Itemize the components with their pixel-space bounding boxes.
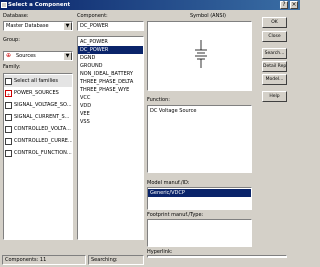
sources-icon: ⊕ xyxy=(6,52,12,59)
family-icon: + xyxy=(5,89,12,97)
family-label: Family: xyxy=(3,64,21,70)
component-item[interactable]: DGND xyxy=(78,54,143,62)
window-app-icon xyxy=(1,2,7,8)
family-icon xyxy=(5,113,12,121)
database-value: Master Database xyxy=(6,23,49,29)
close-button[interactable]: Close xyxy=(262,31,287,42)
component-item[interactable]: VEE xyxy=(78,110,143,118)
family-icon xyxy=(5,149,12,157)
component-search-value: DC_POWER xyxy=(80,23,109,29)
family-icon xyxy=(5,101,12,109)
family-icon xyxy=(5,137,12,145)
footprint-list[interactable] xyxy=(147,219,252,247)
family-icon xyxy=(5,125,12,133)
database-label: Database: xyxy=(3,13,29,19)
family-item[interactable]: Select all families xyxy=(4,75,72,87)
family-item[interactable]: SIGNAL_VOLTAGE_SO... xyxy=(4,99,72,111)
component-label: Component: xyxy=(77,13,108,19)
model-list[interactable]: Generic/VDCP xyxy=(147,187,252,210)
window-title-bar: Select a Component xyxy=(0,0,300,10)
group-value: Sources xyxy=(16,53,36,59)
function-value: DC Voltage Source xyxy=(150,108,197,114)
help-button[interactable]: Help xyxy=(262,91,287,102)
family-item[interactable]: CONTROL_FUNCTION... xyxy=(4,147,72,159)
family-item-label: SIGNAL_CURRENT_S... xyxy=(14,114,70,120)
component-item[interactable]: VCC xyxy=(78,94,143,102)
family-item[interactable]: + POWER_SOURCES xyxy=(4,87,72,99)
family-item-label: Select all families xyxy=(14,78,58,84)
symbol-label: Symbol (ANSI) xyxy=(190,13,226,19)
dc-source-symbol-icon xyxy=(195,40,207,68)
components-count-status: Components: 11 xyxy=(2,255,86,265)
components-count: Components: 11 xyxy=(5,257,47,263)
model-item[interactable]: Generic/VDCP xyxy=(148,189,251,197)
component-item[interactable]: AC_POWER xyxy=(78,38,143,46)
database-select[interactable]: Master Database ▼ xyxy=(3,21,73,31)
all-families-icon xyxy=(5,77,12,85)
family-item-label: CONTROLLED_CURRE... xyxy=(14,138,72,144)
help-title-button[interactable]: ? xyxy=(280,1,288,9)
family-list[interactable]: Select all families + POWER_SOURCES SIGNAL_… xyxy=(3,73,73,240)
family-item[interactable]: CONTROLLED_VOLTA... xyxy=(4,123,72,135)
component-item[interactable]: GROUND xyxy=(78,62,143,70)
symbol-preview xyxy=(147,21,252,91)
family-item-label: SIGNAL_VOLTAGE_SO... xyxy=(14,102,72,108)
model-button[interactable]: Model... xyxy=(262,74,287,85)
family-item[interactable]: SIGNAL_CURRENT_S... xyxy=(4,111,72,123)
group-label: Group: xyxy=(3,37,20,43)
component-item[interactable]: DC_POWER xyxy=(78,46,143,54)
component-search-input[interactable]: DC_POWER xyxy=(77,21,144,31)
searching-status: Searching: xyxy=(88,255,144,265)
component-item[interactable]: VDD xyxy=(78,102,143,110)
component-item[interactable]: VSS xyxy=(78,118,143,126)
component-item[interactable]: NON_IDEAL_BATTERY xyxy=(78,70,143,78)
searching-label: Searching: xyxy=(91,257,118,263)
component-list[interactable]: AC_POWER DC_POWER DGND GROUND NON_IDEAL_BATT… xyxy=(77,36,144,240)
family-item-label: CONTROLLED_VOLTA... xyxy=(14,126,71,132)
ok-button[interactable]: OK xyxy=(262,17,287,28)
family-item-label: POWER_SOURCES xyxy=(14,90,59,96)
function-text: DC Voltage Source xyxy=(147,105,252,173)
chevron-down-icon[interactable]: ▼ xyxy=(63,52,72,60)
family-item[interactable]: CONTROLLED_CURRE... xyxy=(4,135,72,147)
family-item-label: CONTROL_FUNCTION... xyxy=(14,150,72,156)
detail-report-button[interactable]: Detail Report xyxy=(262,61,287,72)
search-button[interactable]: Search... xyxy=(262,48,287,59)
function-label: Function: xyxy=(147,97,170,103)
group-select[interactable]: ⊕ Sources ▼ xyxy=(3,51,73,61)
component-item[interactable]: THREE_PHASE_DELTA xyxy=(78,78,143,86)
hyperlink-field[interactable] xyxy=(147,255,287,258)
close-title-button[interactable]: × xyxy=(290,1,298,9)
model-label: Model manuf./ID: xyxy=(147,180,190,186)
component-item[interactable]: THREE_PHASE_WYE xyxy=(78,86,143,94)
chevron-down-icon[interactable]: ▼ xyxy=(63,22,72,30)
window-title: Select a Component xyxy=(8,2,71,8)
footprint-label: Footprint manuf./Type: xyxy=(147,212,204,218)
